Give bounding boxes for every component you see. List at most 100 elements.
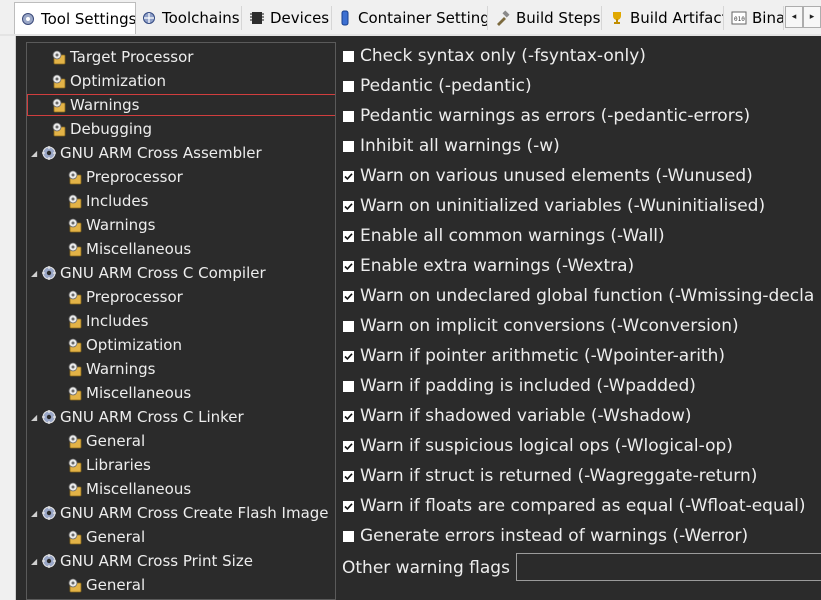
checkmark-icon xyxy=(344,172,353,180)
option-label: Inhibit all warnings (-w) xyxy=(360,136,560,156)
option-row[interactable]: Enable extra warnings (-Wextra) xyxy=(342,252,634,280)
checkbox-unchecked[interactable] xyxy=(342,139,355,153)
tree-item-warnings[interactable]: Warnings xyxy=(27,214,156,236)
option-label: Pedantic (-pedantic) xyxy=(360,76,532,96)
checkbox-unchecked[interactable] xyxy=(342,319,355,333)
expand-toggle-icon[interactable]: ◢ xyxy=(31,509,41,518)
option-row[interactable]: Warn on various unused elements (-Wunuse… xyxy=(342,162,753,190)
tab-build-steps[interactable]: Build Steps xyxy=(490,6,602,30)
other-warning-flags-input[interactable] xyxy=(516,553,821,581)
settings-page-icon xyxy=(67,529,83,545)
settings-page-icon xyxy=(67,577,83,593)
settings-page-icon xyxy=(67,385,83,401)
tree-item-includes[interactable]: Includes xyxy=(27,310,148,332)
option-row[interactable]: Inhibit all warnings (-w) xyxy=(342,132,560,160)
checkbox-checked[interactable] xyxy=(342,229,355,243)
expand-toggle-icon[interactable]: ◢ xyxy=(31,413,41,422)
tree-item-optimization[interactable]: Optimization xyxy=(27,70,166,92)
expand-toggle-icon[interactable]: ◢ xyxy=(31,557,41,566)
scroll-left-button[interactable]: ◂ xyxy=(785,6,803,28)
settings-page-icon xyxy=(67,241,83,257)
tree-item-miscellaneous[interactable]: Miscellaneous xyxy=(27,382,191,404)
option-row[interactable]: Warn if struct is returned (-Wagreggate-… xyxy=(342,462,757,490)
option-row[interactable]: Warn if floats are compared as equal (-W… xyxy=(342,492,806,520)
option-row[interactable]: Warn if shadowed variable (-Wshadow) xyxy=(342,402,692,430)
trophy-icon xyxy=(609,10,625,26)
option-row[interactable]: Check syntax only (-fsyntax-only) xyxy=(342,42,646,70)
tab-scroll-buttons: ◂ ▸ xyxy=(785,6,821,28)
tab-container-settings[interactable]: Container Settings xyxy=(332,6,488,30)
checkbox-unchecked[interactable] xyxy=(342,529,355,543)
checkbox-unchecked[interactable] xyxy=(342,79,355,93)
settings-page-icon xyxy=(67,169,83,185)
tree-item-debugging[interactable]: Debugging xyxy=(27,118,152,140)
checkbox-checked[interactable] xyxy=(342,409,355,423)
tab-tool-settings[interactable]: Tool Settings xyxy=(14,2,136,34)
checkbox-checked[interactable] xyxy=(342,349,355,363)
option-row[interactable]: Warn on implicit conversions (-Wconversi… xyxy=(342,312,739,340)
tree-item-gnu-arm-cross-c-compiler[interactable]: ◢ GNU ARM Cross C Compiler xyxy=(27,262,266,284)
checkbox-unchecked[interactable] xyxy=(342,49,355,63)
option-row[interactable]: Generate errors instead of warnings (-We… xyxy=(342,522,748,550)
tree-item-label: Miscellaneous xyxy=(86,240,192,258)
option-row[interactable]: Warn if suspicious logical ops (-Wlogica… xyxy=(342,432,733,460)
option-row[interactable]: Warn on undeclared global function (-Wmi… xyxy=(342,282,814,310)
tree-item-label: General xyxy=(86,528,146,546)
tab-label: Devices xyxy=(270,9,330,27)
checkbox-checked[interactable] xyxy=(342,169,355,183)
tree-item-includes[interactable]: Includes xyxy=(27,190,148,212)
settings-page-icon xyxy=(67,433,83,449)
tree-item-preprocessor[interactable]: Preprocessor xyxy=(27,286,183,308)
tree-item-gnu-arm-cross-assembler[interactable]: ◢ GNU ARM Cross Assembler xyxy=(27,142,262,164)
option-row[interactable]: Pedantic warnings as errors (-pedantic-e… xyxy=(342,102,750,130)
option-row[interactable]: Pedantic (-pedantic) xyxy=(342,72,532,100)
tree-item-gnu-arm-cross-c-linker[interactable]: ◢ GNU ARM Cross C Linker xyxy=(27,406,244,428)
tab-build-artifact[interactable]: Build Artifact xyxy=(604,6,724,30)
tree-item-miscellaneous[interactable]: Miscellaneous xyxy=(27,478,191,500)
tree-item-label: GNU ARM Cross C Linker xyxy=(60,408,244,426)
checkbox-checked[interactable] xyxy=(342,439,355,453)
tree-item-optimization[interactable]: Optimization xyxy=(27,334,182,356)
tree-item-gnu-arm-cross-print-size[interactable]: ◢ GNU ARM Cross Print Size xyxy=(27,550,253,572)
checkbox-checked[interactable] xyxy=(342,289,355,303)
tab-bina[interactable]: 010 Bina xyxy=(726,6,784,30)
option-label: Check syntax only (-fsyntax-only) xyxy=(360,46,646,66)
scroll-right-button[interactable]: ▸ xyxy=(803,6,821,28)
checkbox-checked[interactable] xyxy=(342,199,355,213)
option-row[interactable]: Enable all common warnings (-Wall) xyxy=(342,222,665,250)
tree-item-label: Miscellaneous xyxy=(86,384,192,402)
devices-icon xyxy=(249,10,265,26)
checkbox-unchecked[interactable] xyxy=(342,109,355,123)
tool-gear-icon xyxy=(41,505,57,521)
tree-item-target-processor[interactable]: Target Processor xyxy=(27,46,193,68)
tree-item-label: Libraries xyxy=(86,456,151,474)
tree-item-label: Target Processor xyxy=(70,48,194,66)
tree-item-general[interactable]: General xyxy=(27,430,145,452)
checkbox-checked[interactable] xyxy=(342,259,355,273)
tab-toolchains[interactable]: Toolchains xyxy=(136,6,242,30)
settings-page-icon xyxy=(67,289,83,305)
tree-item-general[interactable]: General xyxy=(27,526,145,548)
tree-item-general[interactable]: General xyxy=(27,574,145,596)
tree-item-warnings[interactable]: Warnings xyxy=(27,358,156,380)
expand-toggle-icon[interactable]: ◢ xyxy=(31,269,41,278)
tree-item-warnings[interactable]: Warnings xyxy=(27,94,335,116)
tree-item-gnu-arm-cross-create-flash-image[interactable]: ◢ GNU ARM Cross Create Flash Image xyxy=(27,502,329,524)
expand-toggle-icon[interactable]: ◢ xyxy=(31,149,41,158)
checkbox-unchecked[interactable] xyxy=(342,379,355,393)
tree-item-miscellaneous[interactable]: Miscellaneous xyxy=(27,238,191,260)
option-label: Warn if struct is returned (-Wagreggate-… xyxy=(360,466,758,486)
tree-item-libraries[interactable]: Libraries xyxy=(27,454,151,476)
tree-item-label: GNU ARM Cross Assembler xyxy=(60,144,262,162)
option-row[interactable]: Warn if pointer arithmetic (-Wpointer-ar… xyxy=(342,342,725,370)
tab-label: Container Settings xyxy=(358,9,488,27)
option-row[interactable]: Warn on uninitialized variables (-Wunini… xyxy=(342,192,765,220)
checkmark-icon xyxy=(344,262,353,270)
tab-devices[interactable]: Devices xyxy=(244,6,332,30)
checkbox-checked[interactable] xyxy=(342,499,355,513)
settings-tree[interactable]: Target Processor Optimization Warnings Debu… xyxy=(26,42,336,600)
checkbox-checked[interactable] xyxy=(342,469,355,483)
option-row[interactable]: Warn if padding is included (-Wpadded) xyxy=(342,372,696,400)
tree-item-preprocessor[interactable]: Preprocessor xyxy=(27,166,183,188)
tab-label: Build Artifact xyxy=(630,9,724,27)
